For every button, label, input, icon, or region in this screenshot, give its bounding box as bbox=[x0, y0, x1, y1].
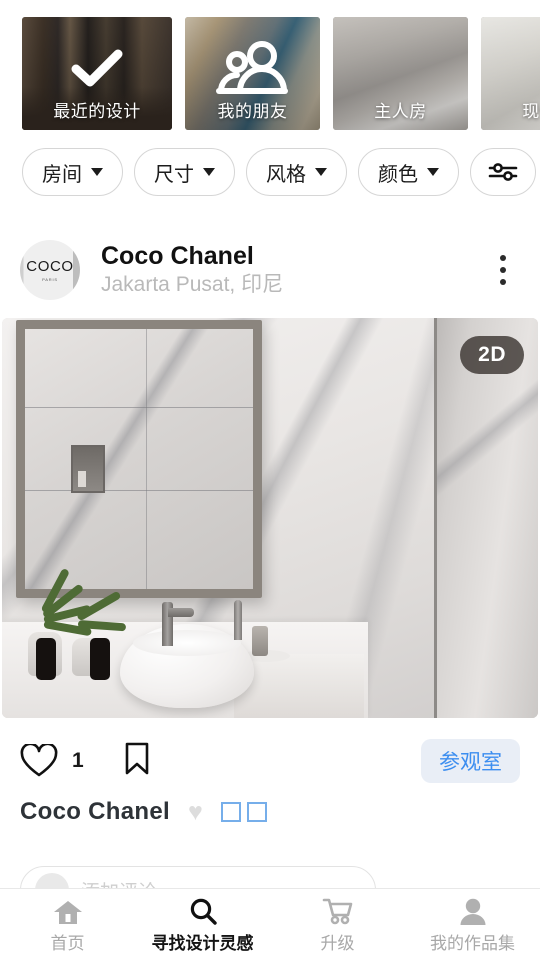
filter-chip-size[interactable]: 尺寸 bbox=[134, 148, 235, 196]
nav-label: 升级 bbox=[320, 934, 355, 953]
story-cards-strip[interactable]: 最近的设计 我的朋友 主人房 现代厨 bbox=[0, 17, 540, 130]
author-name[interactable]: Coco Chanel bbox=[101, 242, 486, 271]
avatar-text: COCO bbox=[26, 258, 74, 275]
visit-room-label: 参观室 bbox=[439, 751, 502, 774]
kebab-menu-icon[interactable] bbox=[486, 255, 520, 285]
bottom-navigation: 首页 寻找设计灵感 升级 我的作品集 bbox=[0, 888, 540, 960]
like-count: 1 bbox=[72, 749, 84, 772]
marble-wall-right bbox=[434, 318, 538, 718]
filter-chip-style[interactable]: 风格 bbox=[246, 148, 347, 196]
design-image[interactable]: 2D bbox=[2, 318, 538, 718]
soap-dispenser bbox=[252, 626, 268, 656]
nav-label: 我的作品集 bbox=[430, 934, 515, 953]
nav-item-home[interactable]: 首页 bbox=[0, 889, 135, 960]
kebab-dot bbox=[500, 267, 506, 273]
bottle-decor bbox=[36, 638, 56, 680]
check-icon bbox=[71, 49, 123, 87]
story-card-label: 我的朋友 bbox=[217, 102, 288, 121]
story-card-recent-designs[interactable]: 最近的设计 bbox=[22, 17, 172, 130]
bookmark-outline-icon[interactable] bbox=[124, 742, 150, 781]
chevron-down-icon bbox=[427, 168, 439, 176]
home-icon bbox=[53, 895, 83, 925]
nav-label: 寻找设计灵感 bbox=[151, 934, 254, 953]
avatar-subtext: PARIS bbox=[42, 277, 58, 282]
author-location: Jakarta Pusat, 印尼 bbox=[101, 272, 284, 296]
filter-chip-label: 房间 bbox=[42, 163, 82, 186]
avatar[interactable]: COCO PARIS bbox=[20, 240, 80, 300]
story-card-label: 最近的设计 bbox=[53, 102, 141, 121]
chevron-down-icon bbox=[91, 168, 103, 176]
chevron-down-icon bbox=[203, 168, 215, 176]
author-meta: Coco Chanel Jakarta Pusat, 印尼 bbox=[101, 242, 486, 298]
bathroom-mirror bbox=[16, 320, 262, 598]
filter-chip-room[interactable]: 房间 bbox=[22, 148, 123, 196]
chevron-down-icon bbox=[315, 168, 327, 176]
tofu-box bbox=[220, 802, 241, 822]
filter-chip-color[interactable]: 颜色 bbox=[358, 148, 459, 196]
story-card-label: 现代厨 bbox=[522, 102, 540, 121]
filter-chip-label: 尺寸 bbox=[154, 163, 194, 186]
caption-author-name[interactable]: Coco Chanel bbox=[20, 798, 170, 826]
people-group-icon bbox=[215, 40, 288, 94]
post-author-row: COCO PARIS Coco Chanel Jakarta Pusat, 印尼 bbox=[0, 232, 540, 308]
cart-icon bbox=[322, 895, 354, 925]
kebab-dot bbox=[500, 279, 506, 285]
tofu-box bbox=[246, 802, 267, 822]
app-root: 最近的设计 我的朋友 主人房 现代厨 房间 bbox=[0, 0, 540, 960]
filter-chip-label: 颜色 bbox=[378, 163, 418, 186]
filter-chip-label: 风格 bbox=[266, 163, 306, 186]
person-icon bbox=[459, 895, 487, 925]
visit-room-button[interactable]: 参观室 bbox=[421, 739, 520, 783]
post-caption: Coco Chanel ♥ bbox=[20, 798, 520, 826]
missing-glyph-boxes bbox=[220, 802, 267, 822]
view-mode-badge[interactable]: 2D bbox=[460, 336, 524, 374]
filter-tune-button[interactable] bbox=[470, 148, 536, 196]
story-card-label: 主人房 bbox=[374, 102, 427, 121]
story-card-my-friends[interactable]: 我的朋友 bbox=[185, 17, 320, 130]
search-icon bbox=[188, 895, 218, 925]
vanity-cabinet bbox=[234, 654, 364, 718]
sliders-icon bbox=[488, 163, 518, 181]
nav-label: 首页 bbox=[50, 934, 85, 953]
nav-item-find-inspiration[interactable]: 寻找设计灵感 bbox=[135, 889, 270, 960]
faucet-icon bbox=[162, 602, 194, 646]
heart-outline-icon[interactable] bbox=[20, 744, 58, 778]
heart-emoji-icon: ♥ bbox=[187, 797, 203, 826]
story-card-modern-kitchen[interactable]: 现代厨 bbox=[481, 17, 540, 130]
story-card-master-bedroom[interactable]: 主人房 bbox=[333, 17, 468, 130]
secondary-faucet bbox=[234, 600, 242, 640]
nav-item-upgrade[interactable]: 升级 bbox=[270, 889, 405, 960]
mirror-niche bbox=[71, 445, 105, 493]
post-action-bar: 1 参观室 bbox=[0, 730, 540, 792]
filter-chip-row: 房间 尺寸 风格 颜色 bbox=[22, 148, 536, 196]
bottle-decor bbox=[90, 638, 110, 680]
kebab-dot bbox=[500, 255, 506, 261]
nav-item-my-portfolio[interactable]: 我的作品集 bbox=[405, 889, 540, 960]
